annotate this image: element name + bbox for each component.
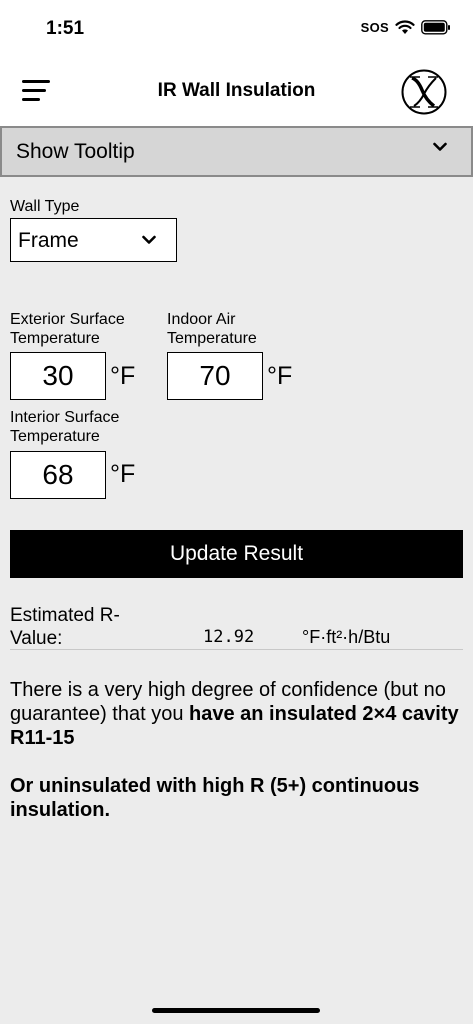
exterior-surface-label-line1: Exterior Surface [10, 311, 125, 328]
header-bar: 1:51 SOS IR Wall Insulation [0, 0, 473, 126]
divider [10, 649, 463, 650]
interior-surface-label: Interior Surface Temperature [10, 408, 119, 446]
exterior-surface-label-line2: Temperature [10, 330, 100, 347]
result-alternative: Or uninsulated with high R (5+) continuo… [10, 774, 466, 822]
r-value-label-line2: Value: [10, 628, 63, 649]
result-confidence: There is a very high degree of confidenc… [10, 678, 466, 750]
interior-surface-input[interactable]: 68 [10, 451, 106, 499]
interior-surface-label-line1: Interior Surface [10, 409, 120, 426]
indoor-air-label: Indoor Air Temperature [167, 310, 257, 348]
r-value-label-line1: Estimated R- [10, 605, 120, 626]
wall-type-value: Frame [18, 229, 79, 252]
result-text: There is a very high degree of confidenc… [10, 678, 466, 846]
result-alternative-text: Or uninsulated with high R (5+) continuo… [10, 775, 420, 821]
chevron-down-icon [142, 235, 156, 244]
show-tooltip-dropdown[interactable]: Show Tooltip [0, 126, 473, 177]
update-result-button[interactable]: Update Result [10, 530, 463, 578]
r-value-label: Estimated R- Value: [10, 604, 150, 650]
wifi-icon [395, 20, 415, 34]
status-icons: SOS [361, 20, 451, 35]
exterior-surface-label: Exterior Surface Temperature [10, 310, 125, 348]
r-value-number: 12.92 [203, 627, 255, 647]
r-value-unit: °F·ft²·h/Btu [302, 627, 391, 647]
indoor-air-unit: °F [267, 362, 293, 390]
show-tooltip-label: Show Tooltip [16, 139, 135, 163]
interior-surface-unit: °F [110, 460, 136, 488]
status-time: 1:51 [46, 18, 85, 39]
chevron-down-icon [433, 142, 447, 151]
battery-icon [421, 20, 450, 35]
exterior-surface-unit: °F [110, 362, 136, 390]
logo-icon[interactable] [400, 68, 448, 116]
wall-type-select[interactable]: Frame [10, 218, 177, 262]
home-indicator[interactable] [152, 1008, 320, 1013]
interior-surface-label-line2: Temperature [10, 428, 100, 445]
indoor-air-label-line1: Indoor Air [167, 311, 236, 328]
exterior-surface-input[interactable]: 30 [10, 352, 106, 400]
wall-type-label: Wall Type [10, 198, 80, 215]
sos-indicator: SOS [360, 20, 389, 35]
indoor-air-label-line2: Temperature [167, 330, 257, 347]
indoor-air-input[interactable]: 70 [167, 352, 263, 400]
